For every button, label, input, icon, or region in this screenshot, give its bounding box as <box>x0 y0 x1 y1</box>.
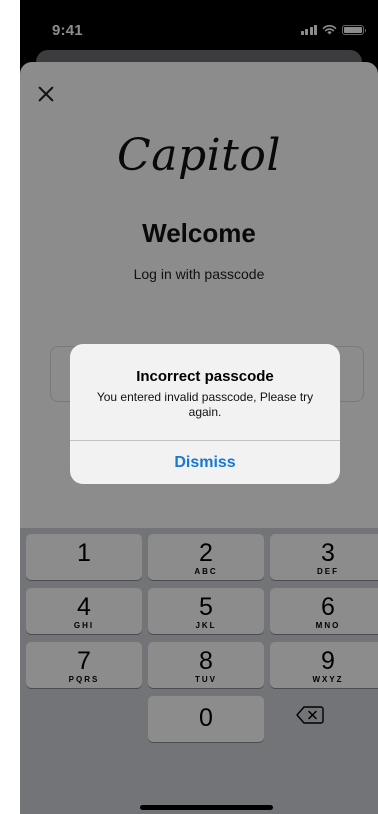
phone-screen: 9:41 Capitol Welcome Log in with passcod… <box>20 0 378 814</box>
alert-title: Incorrect passcode <box>136 368 274 385</box>
home-indicator[interactable] <box>140 805 273 810</box>
alert-message: You entered invalid passcode, Please try… <box>96 390 314 419</box>
dismiss-button[interactable]: Dismiss <box>70 441 340 484</box>
error-alert-dialog: Incorrect passcode You entered invalid p… <box>70 344 340 484</box>
